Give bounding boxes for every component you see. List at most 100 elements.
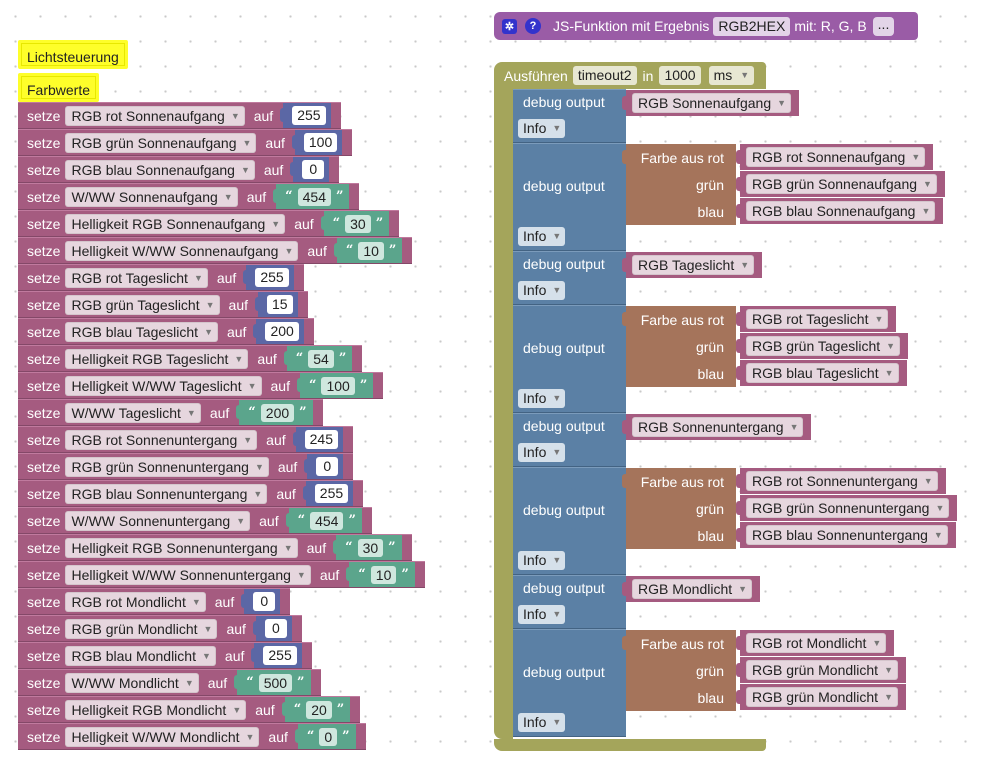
variable-dropdown[interactable]: W/WW Tageslicht ▼ [65,402,201,423]
number-field[interactable]: 245 [304,430,338,449]
variable-dropdown[interactable]: RGB blau Sonnenaufgang ▼ [65,159,255,180]
set-variable-block[interactable]: setze RGB blau Tageslicht ▼ auf 200 [18,318,314,345]
variable-dropdown[interactable]: RGB Tageslicht ▼ [632,255,755,275]
set-variable-block[interactable]: setze Helligkeit RGB Mondlicht ▼ auf “ 20 ” [18,696,361,723]
variable-block[interactable]: RGB Mondlicht ▼ [621,576,761,602]
set-variable-block[interactable]: setze RGB rot Tageslicht ▼ auf 255 [18,264,304,291]
color-rgb-block[interactable]: Farbe aus rot grün blau [622,468,736,549]
set-variable-block[interactable]: setze W/WW Sonnenaufgang ▼ auf “ 454 ” [18,183,360,210]
timeout-name-field[interactable]: timeout2 [572,66,637,85]
set-variable-block[interactable]: setze Helligkeit W/WW Mondlicht ▼ auf “ 0 ” [18,723,366,750]
help-icon[interactable]: ? [525,18,541,34]
set-variable-block[interactable]: setze RGB blau Sonnenuntergang ▼ auf 255 [18,480,364,507]
log-level-dropdown[interactable]: Info ▼ [518,227,566,246]
timeout-block[interactable]: Ausführen timeout2 in 1000 ms ▼ [494,62,766,89]
number-block[interactable]: 0 [252,616,292,641]
variable-block[interactable]: RGB blau Sonnenuntergang ▼ [736,522,956,548]
variable-dropdown[interactable]: RGB Mondlicht ▼ [632,579,753,599]
number-field[interactable]: 255 [292,106,326,125]
number-block[interactable]: 0 [241,589,281,614]
debug-output-block[interactable]: debug output Info ▼ [513,305,626,413]
function-name-field[interactable]: RGB2HEX [713,16,791,36]
log-level-dropdown[interactable]: Info ▼ [518,389,566,408]
variable-block[interactable]: RGB rot Mondlicht ▼ [735,630,895,656]
variable-dropdown[interactable]: RGB grün Mondlicht ▼ [746,687,898,707]
text-field[interactable]: 10 [358,241,384,260]
text-field[interactable]: 10 [370,565,397,584]
debug-output-block[interactable]: debug output Info ▼ [513,143,626,251]
number-field[interactable]: 0 [264,619,287,638]
debug-output-block[interactable]: debug output Info ▼ [513,575,626,629]
text-block[interactable]: “ 54 ” [283,346,353,371]
variable-dropdown[interactable]: Helligkeit W/WW Sonnenuntergang ▼ [65,564,311,585]
variable-block[interactable]: RGB Sonnenaufgang ▼ [621,90,800,116]
set-variable-block[interactable]: setze RGB grün Sonnenaufgang ▼ auf 100 [18,129,353,156]
text-block[interactable]: “ 10 ” [346,562,415,587]
number-block[interactable]: 255 [280,103,331,128]
log-level-dropdown[interactable]: Info ▼ [518,605,566,624]
comment-lichtsteuerung[interactable]: Lichtsteuerung [18,40,128,69]
number-block[interactable]: 245 [292,427,343,452]
more-button[interactable]: ... [872,16,895,36]
set-variable-block[interactable]: setze RGB rot Mondlicht ▼ auf 0 [18,588,291,615]
number-block[interactable]: 255 [302,481,354,506]
text-block[interactable]: “ 454 ” [273,184,350,209]
js-function-block[interactable]: ✲ ? JS-Funktion mit Ergebnis RGB2HEX mit… [494,12,918,40]
variable-dropdown[interactable]: RGB grün Mondlicht ▼ [65,618,218,639]
number-field[interactable]: 0 [253,592,276,611]
variable-dropdown[interactable]: RGB grün Mondlicht ▼ [746,660,898,680]
variable-dropdown[interactable]: RGB blau Sonnenuntergang ▼ [746,525,948,545]
variable-dropdown[interactable]: RGB rot Sonnenaufgang ▼ [65,105,245,126]
set-variable-block[interactable]: setze W/WW Sonnenuntergang ▼ auf “ 454 ” [18,507,372,534]
variable-dropdown[interactable]: Helligkeit RGB Tageslicht ▼ [65,348,249,369]
variable-dropdown[interactable]: Helligkeit RGB Mondlicht ▼ [65,699,247,720]
variable-dropdown[interactable]: RGB blau Sonnenuntergang ▼ [65,483,268,504]
timeout-delay-field[interactable]: 1000 [659,66,701,85]
number-field[interactable]: 15 [267,295,293,314]
variable-dropdown[interactable]: RGB grün Sonnenuntergang ▼ [746,498,950,518]
text-block[interactable]: “ 10 ” [333,238,403,263]
number-field[interactable]: 100 [303,133,338,152]
text-field[interactable]: 454 [297,187,331,206]
text-field[interactable]: 54 [308,349,334,368]
variable-dropdown[interactable]: RGB blau Mondlicht ▼ [65,645,216,666]
number-field[interactable]: 200 [265,322,299,341]
text-field[interactable]: 30 [345,214,371,233]
variable-dropdown[interactable]: W/WW Mondlicht ▼ [65,672,199,693]
set-variable-block[interactable]: setze RGB rot Sonnenaufgang ▼ auf 255 [18,102,341,129]
variable-dropdown[interactable]: RGB grün Sonnenuntergang ▼ [65,456,269,477]
text-block[interactable]: “ 20 ” [281,697,351,722]
set-variable-block[interactable]: setze RGB rot Sonnenuntergang ▼ auf 245 [18,426,353,453]
variable-dropdown[interactable]: RGB rot Tageslicht ▼ [746,309,889,329]
variable-dropdown[interactable]: Helligkeit RGB Sonnenuntergang ▼ [65,537,298,558]
variable-dropdown[interactable]: RGB rot Sonnenaufgang ▼ [746,147,926,167]
debug-output-block[interactable]: debug output Info ▼ [513,413,626,467]
variable-dropdown[interactable]: RGB rot Mondlicht ▼ [746,633,887,653]
set-variable-block[interactable]: setze Helligkeit RGB Sonnenuntergang ▼ auf “… [18,534,412,561]
log-level-dropdown[interactable]: Info ▼ [518,119,566,138]
variable-block[interactable]: RGB rot Sonnenaufgang ▼ [735,144,934,170]
text-block[interactable]: “ 200 ” [236,400,313,425]
number-field[interactable]: 0 [316,457,339,476]
variable-block[interactable]: RGB grün Sonnenuntergang ▼ [735,495,958,521]
number-block[interactable]: 200 [253,319,304,344]
variable-block[interactable]: RGB grün Sonnenaufgang ▼ [736,171,945,197]
variable-dropdown[interactable]: RGB rot Mondlicht ▼ [65,591,206,612]
color-rgb-block[interactable]: Farbe aus rot grün blau [622,630,736,711]
variable-block[interactable]: RGB blau Tageslicht ▼ [736,360,907,386]
variable-block[interactable]: RGB rot Tageslicht ▼ [735,306,897,332]
set-variable-block[interactable]: setze Helligkeit W/WW Tageslicht ▼ auf “ 100 ” [18,372,384,399]
variable-dropdown[interactable]: W/WW Sonnenuntergang ▼ [65,510,251,531]
set-variable-block[interactable]: setze Helligkeit W/WW Sonnenuntergang ▼ auf… [18,561,425,588]
log-level-dropdown[interactable]: Info ▼ [518,551,566,570]
number-field[interactable]: 0 [302,160,325,179]
text-field[interactable]: 500 [258,673,293,692]
number-block[interactable]: 255 [243,265,294,290]
text-block[interactable]: “ 30 ” [320,211,390,236]
set-variable-block[interactable]: setze W/WW Mondlicht ▼ auf “ 500 ” [18,669,321,696]
variable-block[interactable]: RGB grün Tageslicht ▼ [735,333,909,359]
variable-dropdown[interactable]: RGB blau Sonnenaufgang ▼ [746,201,936,221]
variable-dropdown[interactable]: Helligkeit W/WW Tageslicht ▼ [65,375,262,396]
text-block[interactable]: “ 0 ” [294,724,356,749]
color-rgb-block[interactable]: Farbe aus rot grün blau [622,144,736,225]
